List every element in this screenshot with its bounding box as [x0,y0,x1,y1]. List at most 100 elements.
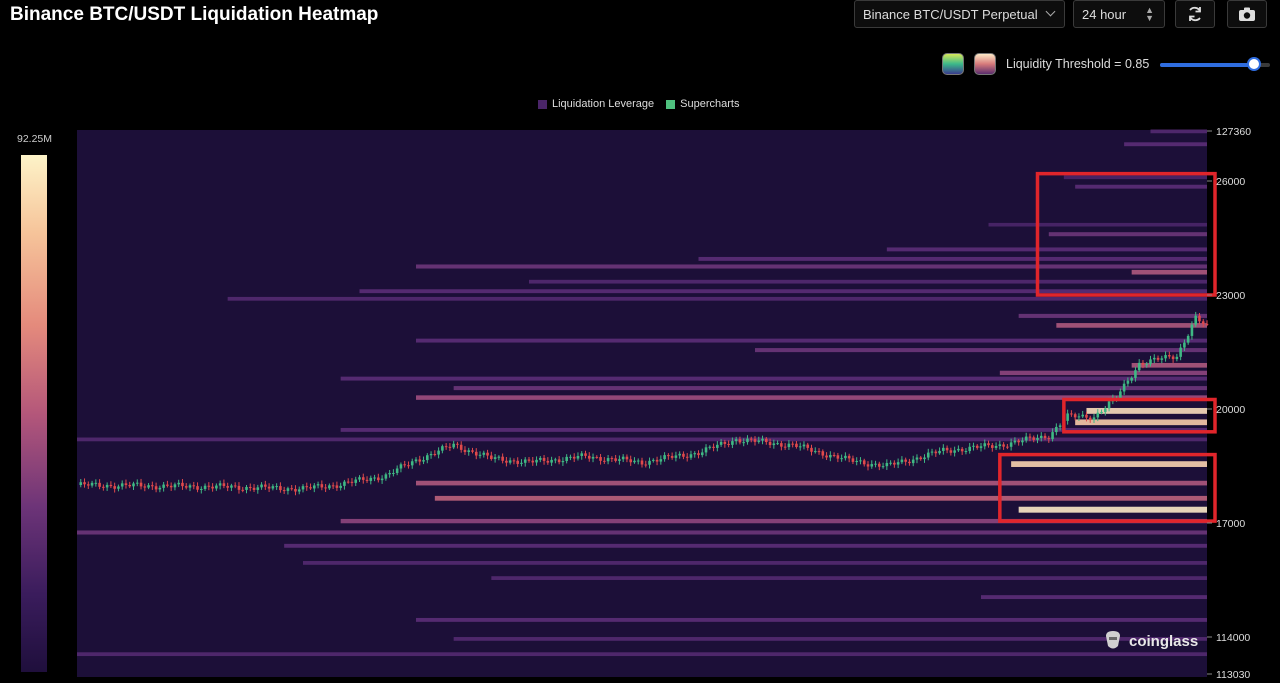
candle-body [1107,401,1111,409]
y-tick-label: 113030 [1216,669,1250,681]
candle-body [595,456,599,458]
heatmap-band [755,348,1207,353]
candle-body [817,451,821,453]
heatmap-band [77,530,1207,535]
candle-body [768,442,772,446]
candle-body [331,485,335,487]
candle-body [987,443,990,446]
candle-body [260,484,263,488]
candle-body [90,482,94,486]
candle-body [1081,414,1084,417]
candle-body [456,443,459,445]
candle-body [358,477,361,480]
candle-body [128,484,132,487]
candle-body [994,445,998,448]
candle-body [942,447,945,451]
candle-body [576,455,580,459]
liquidation-heatmap-chart[interactable]: 127360 26000 23000 20000 17000 114000 113030 [0,0,1280,683]
candle-body [1066,413,1069,421]
candle-body [1104,408,1107,412]
candle-body [426,455,429,461]
heatmap-band [227,296,1207,301]
heatmap-band [886,247,1207,252]
heatmap-band [1048,232,1207,237]
candle-body [791,443,794,445]
candle-body [614,458,617,461]
candle-body [949,450,953,453]
candle-body [1149,359,1152,365]
candle-body [463,449,467,453]
candle-body [162,484,165,488]
candle-body [896,462,900,465]
candle-body [324,487,327,489]
candle-body [1043,435,1047,439]
candle-body [79,482,83,485]
candle-body [482,452,486,455]
candle-body [731,441,734,445]
candle-body [523,459,527,463]
candle-body [911,459,915,464]
candle-body [610,458,614,460]
candle-body [1186,335,1190,343]
candle-body [120,483,124,487]
candle-body [893,462,896,465]
candle-body [923,457,926,460]
candle-body [648,460,651,465]
candle-body [309,487,312,489]
candle-body [527,459,531,461]
candle-body [505,460,508,463]
candle-body [218,483,222,486]
candle-body [1201,321,1205,324]
candle-body [682,453,685,457]
candle-body [776,443,779,445]
candle-body [618,459,621,461]
candle-body [821,451,825,456]
candle-body [885,463,889,467]
candle-body [934,451,938,454]
candle-body [478,454,482,456]
candle-body [395,468,399,473]
candle-body [369,477,373,481]
heatmap-band [1075,184,1207,189]
candle-body [554,459,557,461]
candle-body [181,482,184,487]
candle-body [365,479,369,481]
candle-body [1171,356,1175,360]
candle-body [1164,355,1167,359]
candle-body [1002,444,1005,447]
candle-body [248,486,252,488]
candle-body [279,486,282,491]
candle-body [753,439,757,442]
candle-body [640,460,644,465]
candle-body [388,473,391,475]
candle-body [606,458,610,462]
y-tick-label: 26000 [1216,176,1245,188]
candle-body [105,484,109,488]
candle-body [749,438,753,440]
candle-body [1021,440,1024,443]
heatmap-band [981,595,1207,600]
candle-body [1006,446,1009,448]
candle-body [1073,414,1077,418]
candle-body [546,460,550,463]
y-tick-label: 20000 [1216,404,1245,416]
candle-body [904,459,907,462]
candle-body [486,452,489,456]
candle-body [908,461,911,464]
candle-body [832,454,836,456]
candle-body [968,446,971,452]
heatmap-band [1011,461,1207,467]
candle-body [700,452,704,456]
candle-body [708,446,712,448]
heatmap-band [416,617,1207,622]
candle-body [580,453,584,456]
candle-body [264,484,267,487]
candle-body [1205,323,1209,325]
candle-body [697,453,700,456]
candle-body [836,455,840,459]
candle-body [361,477,365,480]
heatmap-band [529,279,1207,284]
candle-body [252,487,256,490]
candle-body [1047,438,1051,440]
candle-body [813,451,817,453]
